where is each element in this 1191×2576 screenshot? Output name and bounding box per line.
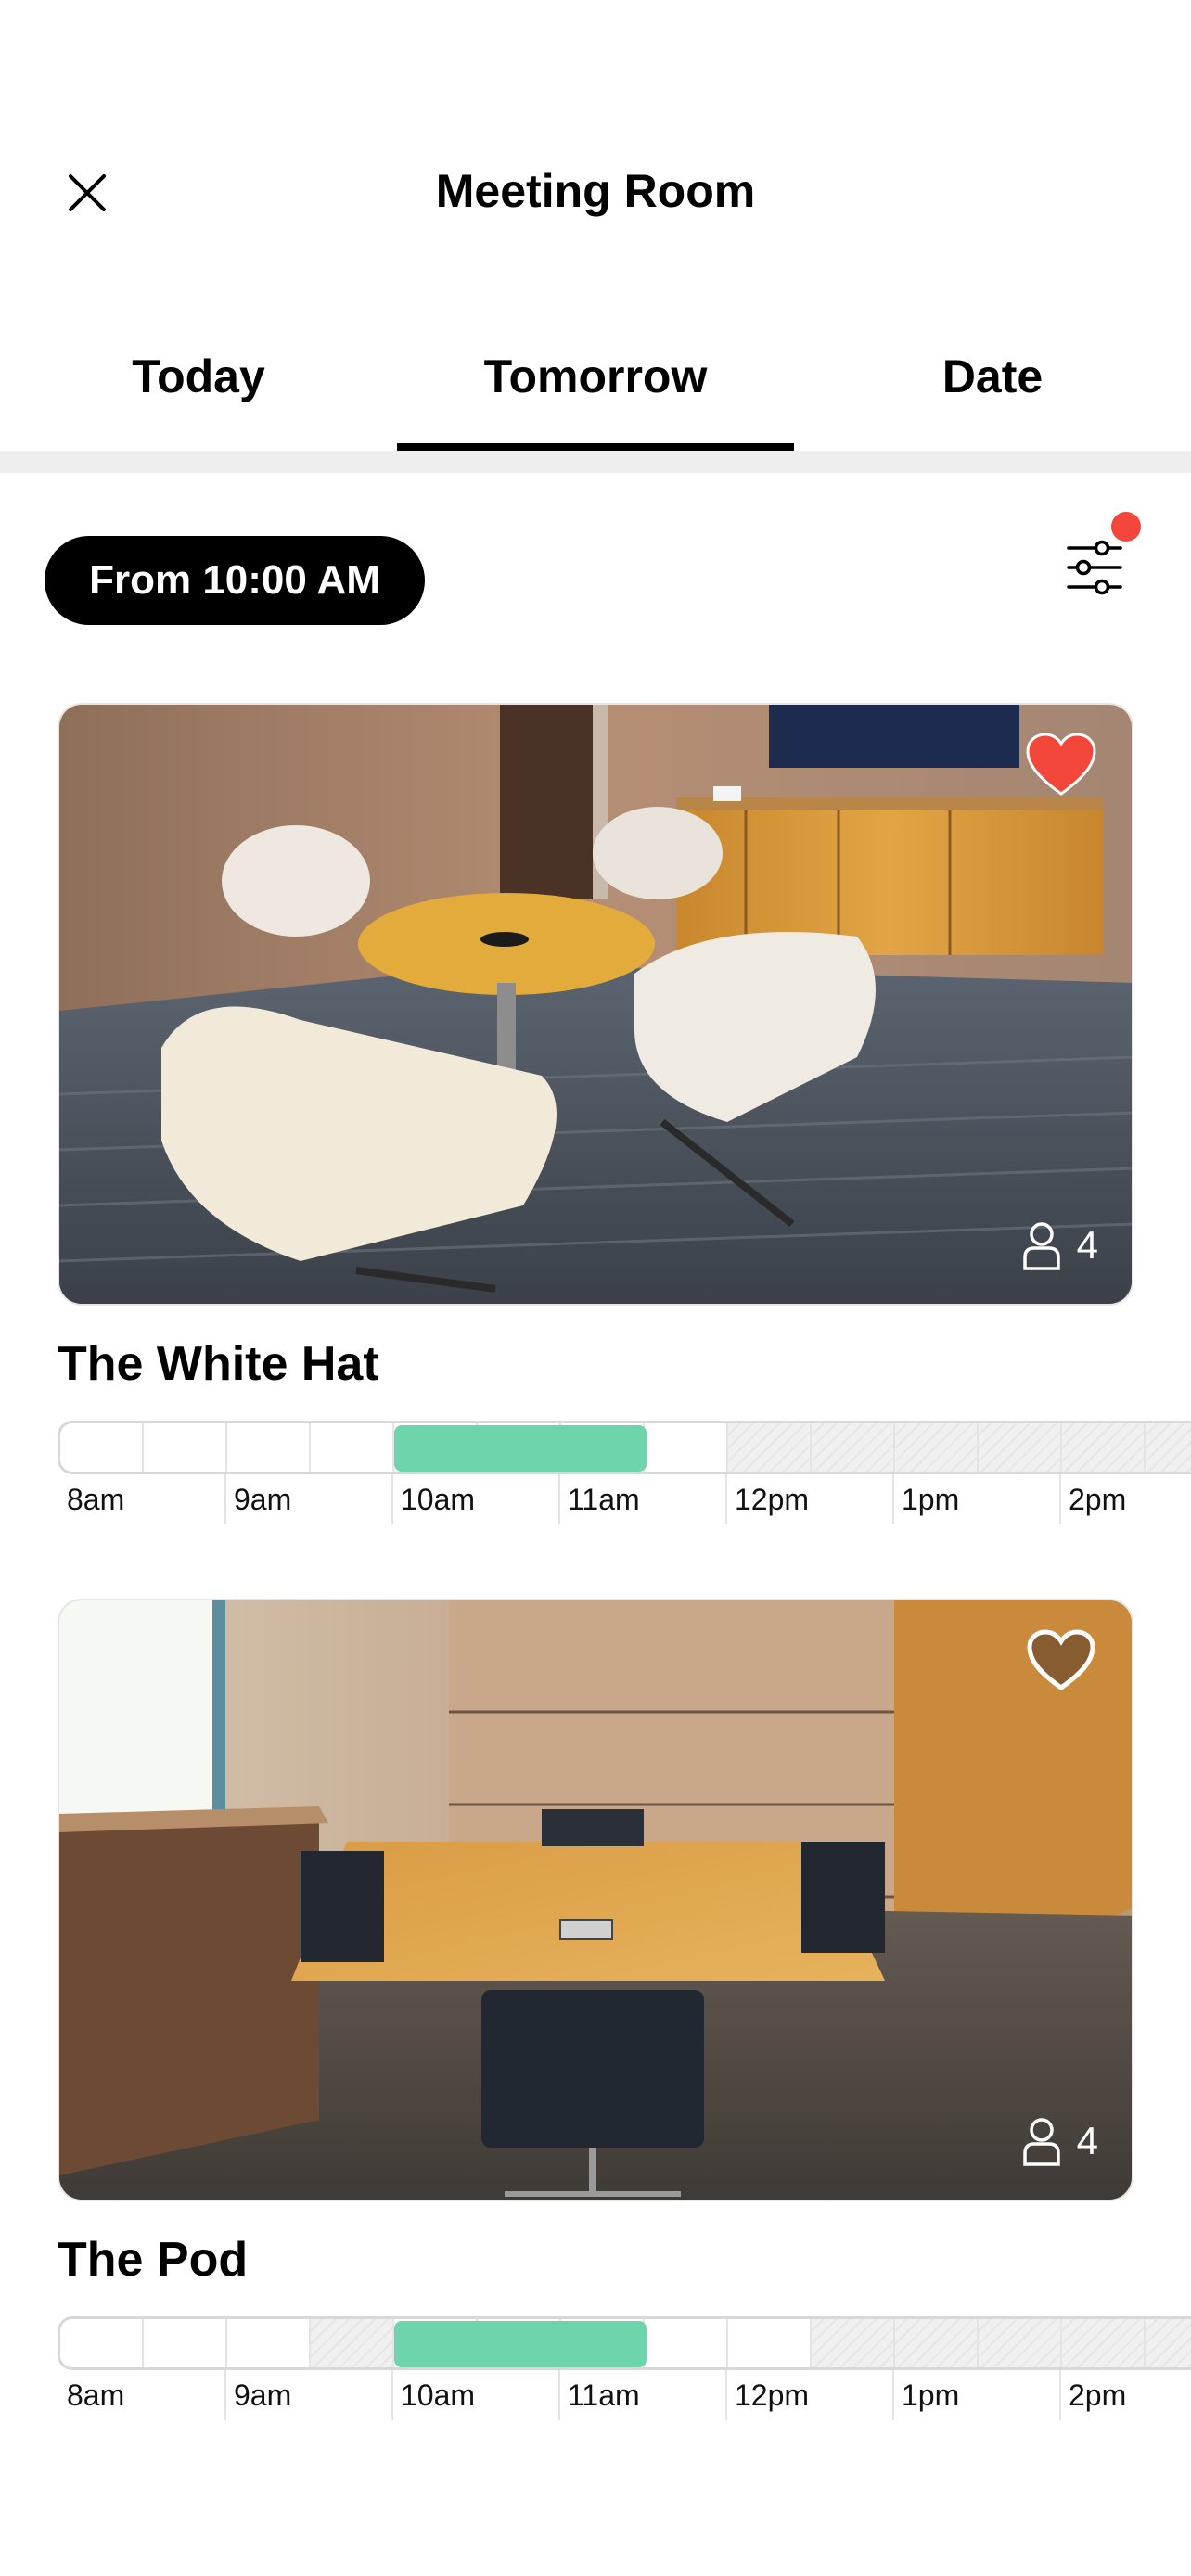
time-slot-unavailable bbox=[728, 1423, 812, 1472]
room-photo[interactable]: 4 bbox=[58, 1599, 1133, 2201]
time-slot[interactable] bbox=[227, 1423, 311, 1472]
room-photo-image bbox=[59, 705, 1132, 1304]
room-name: The Pod bbox=[58, 2233, 249, 2287]
hour-label: 9am bbox=[234, 1483, 292, 1516]
hour-label: 11am bbox=[568, 2378, 640, 2412]
hour-label: 1pm bbox=[902, 1483, 960, 1516]
header: Meeting Room bbox=[0, 0, 1191, 278]
time-slot-unavailable bbox=[895, 2319, 979, 2367]
favorite-heart-outline-icon[interactable] bbox=[1026, 1628, 1096, 1693]
filter-button[interactable] bbox=[1048, 530, 1141, 605]
room-photo-image bbox=[59, 1600, 1132, 2200]
selected-booking-block[interactable] bbox=[394, 2321, 647, 2367]
hour-label: 12pm bbox=[735, 2378, 810, 2412]
time-slot-unavailable bbox=[1146, 1423, 1191, 1472]
tab-date[interactable]: Date bbox=[794, 334, 1191, 451]
time-slot[interactable] bbox=[227, 2319, 311, 2367]
time-slot[interactable] bbox=[645, 2319, 728, 2367]
time-slot[interactable] bbox=[144, 1423, 227, 1472]
time-slot[interactable] bbox=[60, 1423, 144, 1472]
tab-tomorrow[interactable]: Tomorrow bbox=[397, 334, 794, 451]
hour-label: 10am bbox=[401, 1483, 476, 1516]
time-slot-unavailable bbox=[311, 2319, 394, 2367]
availability-timeline[interactable] bbox=[58, 1421, 1191, 1474]
hour-labels: 8am 9am 10am 11am 12pm 1pm 2pm bbox=[58, 1474, 1191, 1524]
time-slot-unavailable bbox=[895, 1423, 979, 1472]
capacity-badge: 4 bbox=[1021, 2116, 1098, 2166]
time-slot[interactable] bbox=[311, 1423, 394, 1472]
time-slot-unavailable bbox=[812, 2319, 895, 2367]
tab-today[interactable]: Today bbox=[0, 334, 397, 451]
time-slot-unavailable bbox=[979, 2319, 1062, 2367]
sliders-icon bbox=[1067, 540, 1122, 595]
hour-label: 2pm bbox=[1069, 2378, 1127, 2412]
hour-label: 12pm bbox=[735, 1483, 810, 1516]
room-name: The White Hat bbox=[58, 1337, 379, 1391]
hour-labels: 8am 9am 10am 11am 12pm 1pm 2pm bbox=[58, 2370, 1191, 2420]
time-slot-unavailable bbox=[979, 1423, 1062, 1472]
room-card[interactable]: 4 The Pod 8am 9am 10am 11am 12pm 1pm 2pm bbox=[58, 1599, 1191, 2420]
notification-dot bbox=[1111, 512, 1141, 542]
time-slot-unavailable bbox=[1062, 2319, 1146, 2367]
hour-label: 10am bbox=[401, 2378, 476, 2412]
time-slot-unavailable bbox=[1146, 2319, 1191, 2367]
time-slot-unavailable bbox=[812, 1423, 895, 1472]
time-slot-unavailable bbox=[1062, 1423, 1146, 1472]
time-slot[interactable] bbox=[60, 2319, 144, 2367]
time-slot[interactable] bbox=[645, 1423, 728, 1472]
selected-booking-block[interactable] bbox=[394, 1425, 647, 1472]
page-title: Meeting Room bbox=[435, 165, 756, 217]
capacity-badge: 4 bbox=[1021, 1220, 1098, 1270]
room-card[interactable]: 4 The White Hat 8am 9am 10am 11am 12pm 1… bbox=[58, 703, 1191, 1524]
hour-label: 8am bbox=[67, 2378, 125, 2412]
hour-label: 1pm bbox=[902, 2378, 960, 2412]
availability-timeline[interactable] bbox=[58, 2316, 1191, 2370]
favorite-heart-filled-icon[interactable] bbox=[1026, 733, 1096, 797]
date-tabs: Today Tomorrow Date bbox=[0, 334, 1191, 451]
time-slot[interactable] bbox=[728, 2319, 812, 2367]
section-divider bbox=[0, 451, 1191, 473]
capacity-count: 4 bbox=[1076, 1223, 1098, 1267]
room-photo[interactable]: 4 bbox=[58, 703, 1133, 1306]
time-slot[interactable] bbox=[144, 2319, 227, 2367]
capacity-count: 4 bbox=[1076, 2119, 1098, 2162]
person-icon bbox=[1022, 2118, 1060, 2166]
person-icon bbox=[1022, 1222, 1060, 1270]
hour-label: 9am bbox=[234, 2378, 292, 2412]
hour-label: 2pm bbox=[1069, 1483, 1127, 1516]
hour-label: 11am bbox=[568, 1483, 640, 1516]
time-filter-chip[interactable]: From 10:00 AM bbox=[45, 536, 425, 625]
hour-label: 8am bbox=[67, 1483, 125, 1516]
